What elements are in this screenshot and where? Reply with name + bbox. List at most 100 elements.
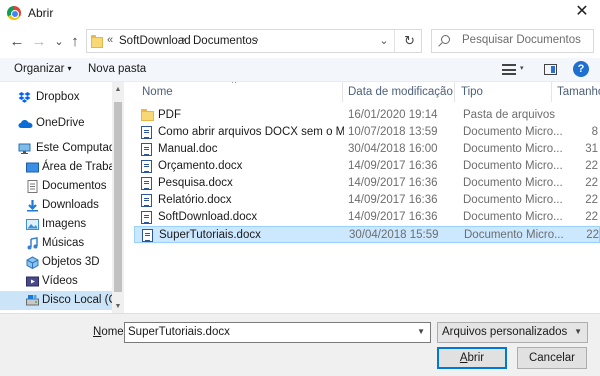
sidebar-item-este-computador[interactable]: Este Computador — [0, 139, 124, 158]
open-button[interactable]: Abrir — [437, 347, 507, 369]
sidebar-item-imagens[interactable]: Imagens — [0, 215, 112, 234]
cancel-button[interactable]: Cancelar — [517, 347, 587, 369]
help-icon[interactable]: ? — [573, 61, 589, 77]
videos-icon — [26, 275, 39, 288]
file-row[interactable]: Manual.doc 30/04/2018 16:00 Documento Mi… — [134, 141, 600, 158]
sidebar-item-label: Imagens — [42, 218, 87, 230]
file-type: Documento Micro... — [463, 194, 563, 206]
file-row[interactable]: Relatório.docx 14/09/2017 16:36 Document… — [134, 192, 600, 209]
sidebar-item-label: Músicas — [42, 237, 85, 249]
file-size: 31 — [585, 143, 598, 155]
back-button[interactable]: ← — [8, 33, 26, 51]
window-title: Abrir — [28, 6, 54, 20]
word-document-icon — [141, 126, 152, 139]
folder-icon — [141, 109, 154, 121]
scrollbar-thumb[interactable] — [114, 102, 122, 292]
downloads-icon — [26, 199, 39, 212]
breadcrumb-softdownload[interactable]: SoftDownload — [119, 35, 191, 47]
filename-field[interactable]: SuperTutoriais.docx ▼ — [124, 322, 431, 343]
breadcrumb-documentos[interactable]: Documentos — [193, 35, 258, 47]
open-label: brir — [467, 352, 485, 364]
refresh-icon[interactable]: ↻ — [404, 33, 415, 49]
file-date: 14/09/2017 16:36 — [348, 194, 438, 206]
sidebar-item-onedrive[interactable]: OneDrive — [0, 114, 112, 133]
file-size: 8 — [591, 126, 598, 138]
forward-button[interactable]: → — [30, 33, 48, 51]
sidebar-item-label: Dropbox — [36, 91, 80, 103]
scroll-up-icon[interactable]: ▲ — [112, 86, 124, 93]
folder-icon — [91, 35, 103, 48]
file-date: 10/07/2018 13:59 — [348, 126, 438, 138]
desktop-icon — [26, 161, 39, 174]
file-row[interactable]: Orçamento.docx 14/09/2017 16:36 Document… — [134, 158, 600, 175]
file-date: 14/09/2017 16:36 — [348, 211, 438, 223]
file-name: SoftDownload.docx — [158, 211, 258, 223]
file-row-pdf[interactable]: PDF 16/01/2020 19:14 Pasta de arquivos — [134, 107, 600, 124]
file-type: Pasta de arquivos — [463, 109, 556, 121]
file-size: 22 — [585, 211, 598, 223]
sidebar-item-disco-local[interactable]: Disco Local (C:) — [0, 291, 124, 310]
caret-down-icon[interactable]: ▾ — [520, 64, 524, 72]
breadcrumb-separator[interactable]: › — [255, 34, 259, 46]
dropbox-icon — [18, 91, 31, 104]
new-folder-button[interactable]: Nova pasta — [88, 63, 146, 75]
documents-icon — [26, 180, 39, 193]
file-type-filter[interactable]: Arquivos personalizados (*.doc; ▼ — [437, 322, 588, 343]
file-row[interactable]: SoftDownload.docx 14/09/2017 16:36 Docum… — [134, 209, 600, 226]
breadcrumb-separator[interactable]: › — [182, 34, 186, 46]
objects3d-icon — [26, 256, 39, 270]
file-row[interactable]: Pesquisa.docx 14/09/2017 16:36 Documento… — [134, 175, 600, 192]
scroll-down-icon[interactable]: ▼ — [112, 303, 124, 310]
sidebar-item-label: Documentos — [42, 180, 107, 192]
computer-icon — [18, 142, 31, 155]
sidebar-item-objetos-3d[interactable]: Objetos 3D — [0, 253, 112, 272]
sidebar-scrollbar[interactable]: ▲ ▼ — [112, 82, 124, 313]
file-row-selected[interactable]: SuperTutoriais.docx 30/04/2018 15:59 Doc… — [134, 226, 600, 243]
sidebar-item-label: Objetos 3D — [42, 256, 100, 268]
sidebar-item-label: OneDrive — [36, 117, 85, 129]
chevron-down-icon[interactable]: ▼ — [574, 327, 582, 336]
file-name: Relatório.docx — [158, 194, 232, 206]
file-type-filter-value: Arquivos personalizados (*.doc; — [442, 326, 570, 338]
sidebar-item-area-de-trabalho[interactable]: Área de Trabalho — [0, 158, 124, 177]
search-input[interactable] — [462, 34, 590, 46]
column-divider[interactable] — [551, 82, 552, 102]
sidebar-item-dropbox[interactable]: Dropbox — [0, 88, 112, 107]
column-divider[interactable] — [454, 82, 455, 102]
address-dropdown-icon[interactable]: ⌄ — [377, 34, 391, 47]
sidebar-item-label: Vídeos — [42, 275, 78, 287]
preview-pane-icon[interactable] — [544, 64, 557, 75]
sidebar-item-musicas[interactable]: Músicas — [0, 234, 112, 253]
navigation-bar: ← → ⌄ ↑ « SoftDownload › Documentos › ⌄ … — [0, 26, 600, 58]
column-divider[interactable] — [342, 82, 343, 102]
column-label: Nome — [142, 86, 173, 98]
sidebar-item-videos[interactable]: Vídeos — [0, 272, 112, 291]
file-type: Documento Micro... — [463, 160, 563, 172]
address-bar[interactable]: « SoftDownload › Documentos › ⌄ ↻ — [86, 29, 422, 53]
file-size: 22 — [585, 160, 598, 172]
file-date: 30/04/2018 16:00 — [348, 143, 438, 155]
filename-value[interactable]: SuperTutoriais.docx — [128, 326, 230, 338]
up-button[interactable]: ↑ — [66, 33, 84, 51]
file-name: PDF — [158, 109, 181, 121]
column-header-name[interactable]: Nome — [142, 82, 342, 102]
drive-icon — [26, 294, 39, 307]
chevron-down-icon[interactable]: ▼ — [417, 327, 425, 336]
column-header-date[interactable]: Data de modificação — [348, 82, 454, 102]
column-header-type[interactable]: Tipo — [461, 82, 551, 102]
view-options-icon[interactable] — [502, 64, 516, 75]
file-size: 22 — [586, 229, 599, 241]
search-box[interactable] — [431, 29, 594, 53]
onedrive-icon — [18, 119, 33, 132]
sidebar-item-downloads[interactable]: Downloads — [0, 196, 112, 215]
breadcrumb-overflow[interactable]: « — [107, 34, 113, 46]
address-divider — [394, 30, 395, 52]
organize-button[interactable]: Organizar ▾ — [14, 63, 72, 75]
word-document-icon — [141, 160, 152, 173]
close-button[interactable]: ✕ — [570, 2, 594, 22]
sidebar-item-documentos[interactable]: Documentos — [0, 177, 112, 196]
search-icon — [441, 35, 450, 44]
open-mnemonic: A — [459, 352, 468, 364]
column-header-size[interactable]: Tamanho — [557, 82, 600, 102]
file-row[interactable]: Como abrir arquivos DOCX sem o Micros...… — [134, 124, 600, 141]
